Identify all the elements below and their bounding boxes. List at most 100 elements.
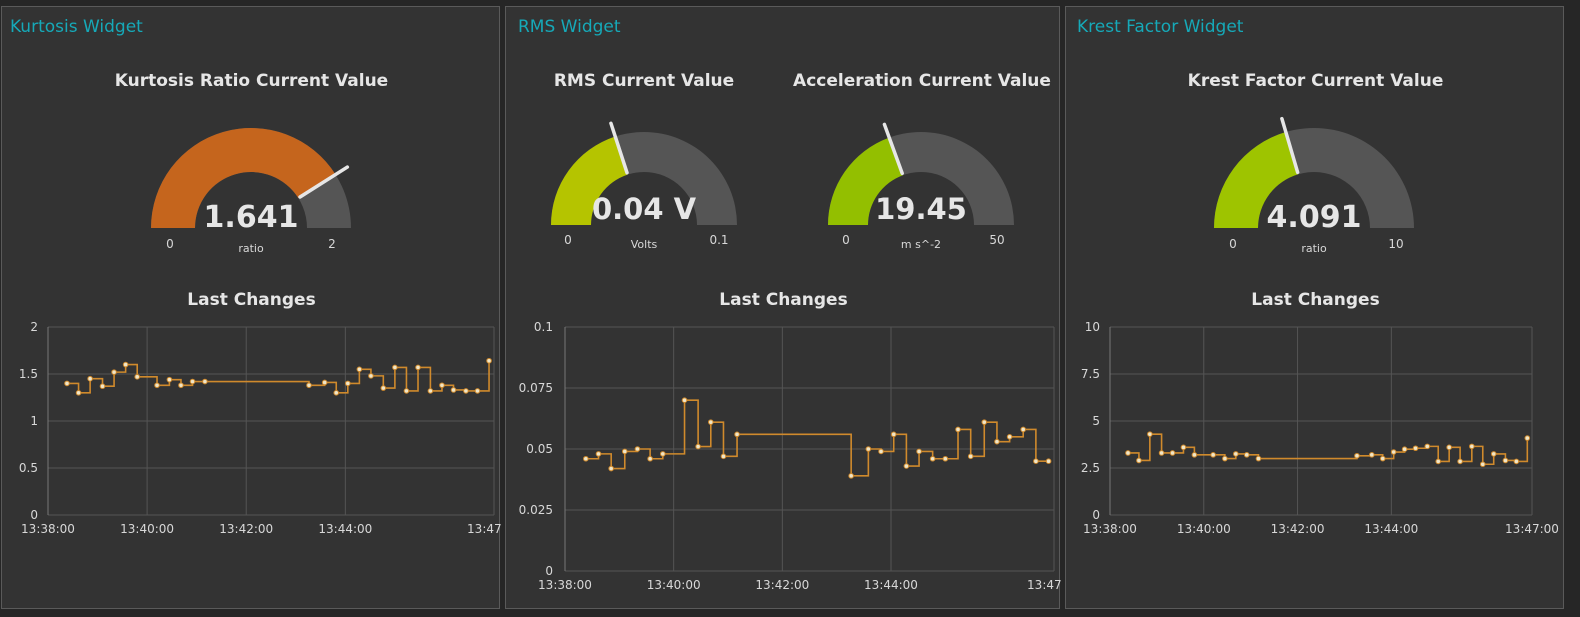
data-point bbox=[321, 379, 328, 386]
x-tick-label: 13:38:00 bbox=[21, 522, 75, 536]
data-point bbox=[1469, 443, 1475, 450]
data-point bbox=[994, 438, 1000, 445]
x-tick-label: 13:44:00 bbox=[864, 578, 918, 592]
y-tick-label: 0 bbox=[1092, 508, 1100, 522]
data-point bbox=[981, 419, 988, 425]
data-point bbox=[929, 455, 936, 462]
data-point bbox=[1457, 458, 1463, 465]
data-point bbox=[111, 369, 117, 375]
y-tick-label: 7.5 bbox=[1081, 367, 1100, 381]
rms-history-chart: 0.1 0.075 0.05 0.025 013:38:00 13:40:00 13:42:… bbox=[519, 320, 1061, 592]
data-point bbox=[403, 388, 410, 394]
data-point bbox=[427, 388, 434, 394]
data-point bbox=[122, 361, 129, 368]
data-point bbox=[333, 390, 340, 396]
data-point bbox=[608, 465, 614, 472]
data-point bbox=[1524, 435, 1531, 441]
data-point bbox=[967, 453, 974, 460]
x-tick-label: 13:42:00 bbox=[219, 522, 273, 536]
x-tick-label: 13:47:00 bbox=[1505, 522, 1559, 536]
y-tick-label: 2 bbox=[30, 320, 38, 334]
y-tick-label: 0.025 bbox=[519, 503, 553, 517]
series-line bbox=[1127, 433, 1529, 466]
y-tick-label: 1 bbox=[30, 414, 38, 428]
data-point bbox=[1020, 426, 1027, 433]
x-tick-label: 13:40:00 bbox=[1177, 522, 1231, 536]
data-point bbox=[1033, 458, 1039, 465]
data-point bbox=[1412, 445, 1419, 452]
data-point bbox=[1045, 458, 1052, 465]
data-point bbox=[463, 388, 469, 394]
data-point bbox=[865, 446, 872, 452]
data-point bbox=[621, 448, 628, 455]
x-tick-label: 13:42:00 bbox=[755, 578, 809, 592]
y-tick-label: 0.075 bbox=[519, 381, 553, 395]
data-point bbox=[345, 380, 351, 387]
x-tick-label: 13:47:00 bbox=[467, 522, 501, 536]
data-point bbox=[202, 378, 208, 385]
data-point bbox=[1490, 451, 1497, 457]
data-point bbox=[878, 448, 884, 455]
data-point bbox=[380, 385, 387, 391]
data-point bbox=[595, 451, 602, 457]
data-point bbox=[1243, 452, 1250, 458]
data-point bbox=[1136, 457, 1142, 464]
data-point bbox=[1446, 444, 1452, 451]
data-point bbox=[1255, 455, 1262, 462]
series-line bbox=[66, 360, 490, 394]
data-point bbox=[890, 431, 897, 438]
data-point bbox=[134, 374, 140, 380]
data-point bbox=[1354, 452, 1360, 459]
data-point bbox=[1210, 452, 1216, 458]
y-tick-label: 0 bbox=[30, 508, 38, 522]
kurtosis-history-chart: 2 1.5 1 0.5 013:38:00 13:40:00 13:42:00 13:44:0… bbox=[19, 320, 501, 536]
data-point bbox=[178, 382, 184, 389]
data-point bbox=[1401, 446, 1408, 453]
krest-factor-widget: Krest Factor Widget Krest Factor Current… bbox=[1065, 6, 1564, 609]
x-tick-label: 13:42:00 bbox=[1271, 522, 1325, 536]
data-point bbox=[166, 376, 173, 383]
data-point bbox=[734, 431, 740, 438]
data-point bbox=[306, 382, 312, 389]
data-point bbox=[660, 451, 666, 457]
krest-factor-history-chart: 10 7.5 5 2.5 013:38:00 13:40:00 13:42:00 13:44:… bbox=[1081, 320, 1559, 536]
data-point bbox=[681, 397, 688, 404]
y-tick-label: 2.5 bbox=[1081, 461, 1100, 475]
data-point bbox=[720, 453, 727, 460]
y-tick-label: 0 bbox=[545, 564, 553, 578]
data-point bbox=[1006, 434, 1013, 440]
kurtosis-widget: Kurtosis Widget Kurtosis Ratio Current V… bbox=[1, 6, 501, 609]
data-point bbox=[647, 455, 653, 462]
data-point bbox=[848, 473, 854, 479]
data-point bbox=[1233, 451, 1239, 457]
data-point bbox=[955, 426, 961, 433]
data-point bbox=[154, 382, 160, 389]
x-tick-label: 13:38:00 bbox=[538, 578, 592, 592]
data-point bbox=[1424, 443, 1431, 450]
data-point bbox=[1368, 452, 1375, 458]
data-point bbox=[392, 364, 398, 371]
data-point bbox=[1502, 457, 1509, 464]
y-tick-label: 0.5 bbox=[19, 461, 38, 475]
y-tick-label: 1.5 bbox=[19, 367, 38, 381]
x-tick-label: 13:38:00 bbox=[1083, 522, 1137, 536]
data-point bbox=[368, 373, 374, 379]
y-tick-label: 10 bbox=[1085, 320, 1100, 334]
x-tick-label: 13:44:00 bbox=[1364, 522, 1418, 536]
rms-widget: RMS Widget RMS Current Value 0.04 V 0 0.1 V… bbox=[505, 6, 1061, 609]
data-point bbox=[450, 387, 457, 393]
data-point bbox=[486, 357, 492, 364]
x-tick-label: 13:44:00 bbox=[318, 522, 372, 536]
data-point bbox=[356, 366, 363, 373]
x-tick-label: 13:40:00 bbox=[120, 522, 174, 536]
data-point bbox=[707, 419, 714, 425]
data-point bbox=[474, 388, 481, 394]
data-point bbox=[1169, 450, 1176, 456]
y-tick-label: 0.1 bbox=[534, 320, 553, 334]
data-point bbox=[189, 378, 196, 385]
series-line bbox=[585, 399, 1049, 477]
data-point bbox=[1513, 458, 1520, 465]
data-point bbox=[1390, 449, 1397, 455]
data-point bbox=[903, 463, 910, 469]
data-point bbox=[634, 446, 641, 452]
